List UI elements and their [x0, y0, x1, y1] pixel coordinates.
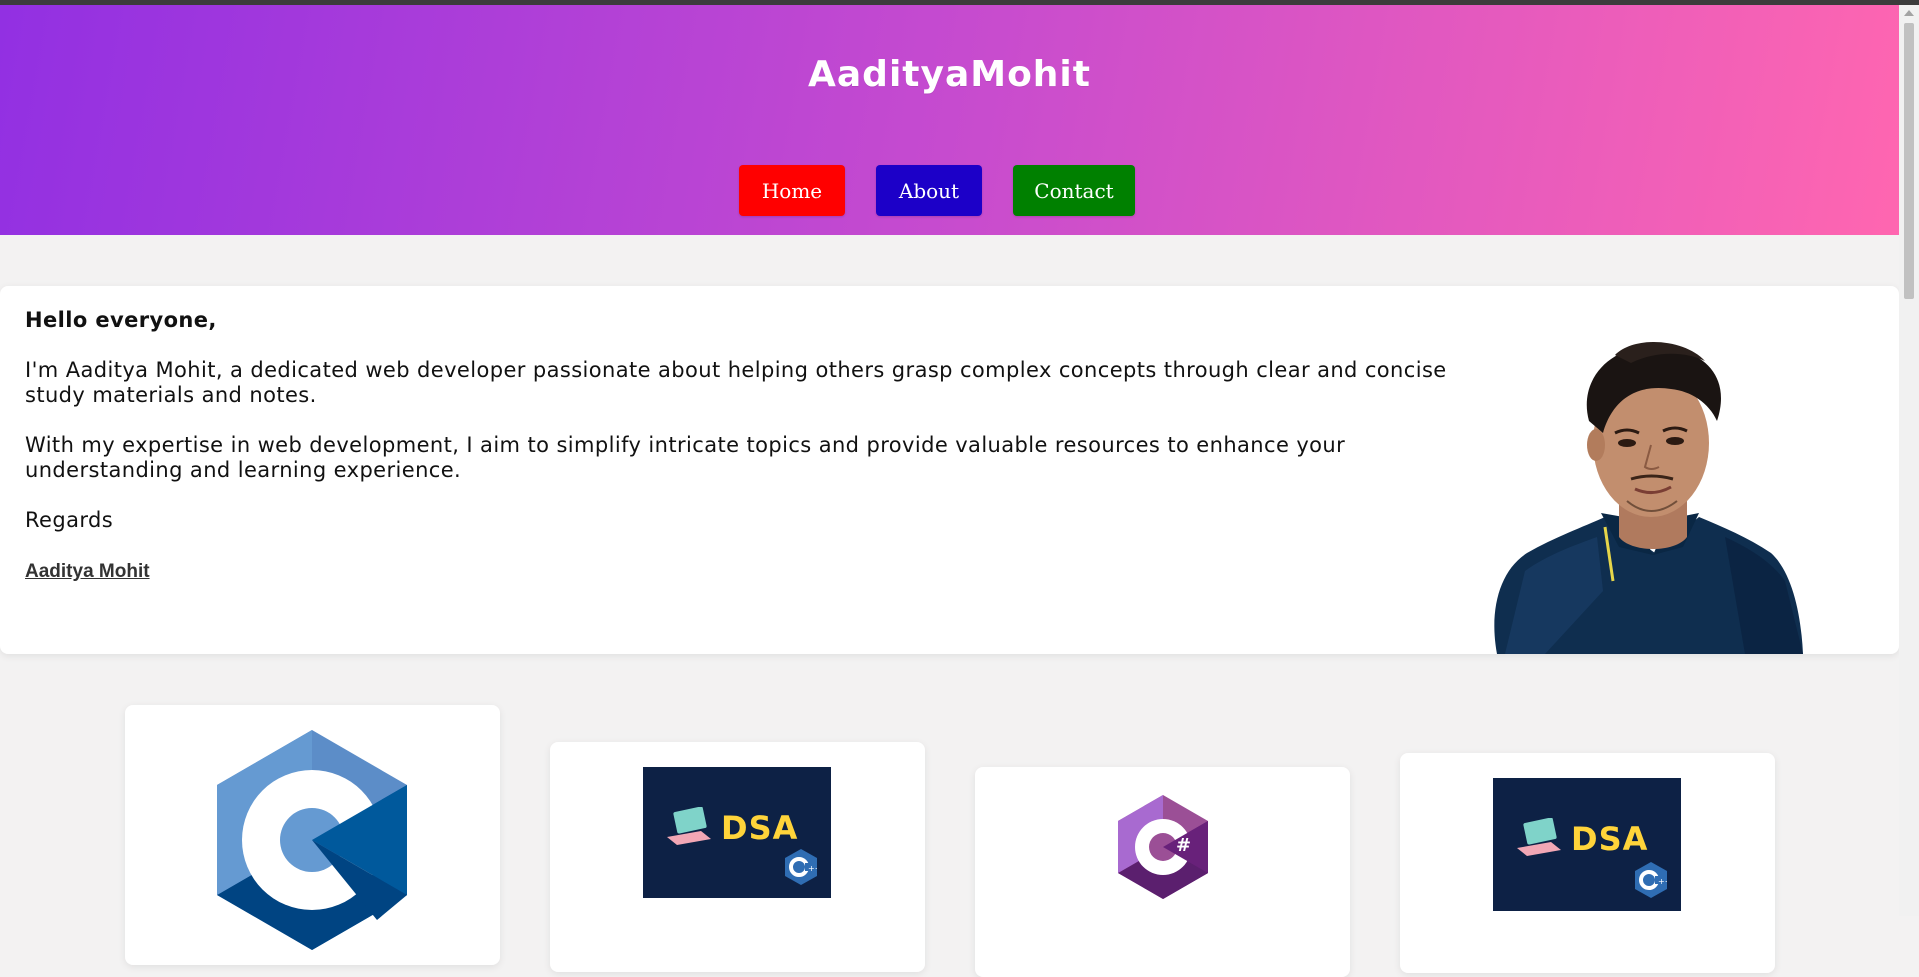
laptop-icon [667, 807, 711, 845]
nav-about-button[interactable]: About [876, 165, 982, 216]
dsa-label: DSA [1571, 820, 1649, 858]
course-card-dsa-1[interactable]: DSA ++ [550, 742, 925, 972]
svg-text:#: # [1176, 835, 1191, 856]
greeting: Hello everyone, [25, 308, 217, 332]
dsa-thumbnail: DSA ++ [643, 767, 831, 898]
cpp-icon: ++ [785, 849, 817, 885]
intro-paragraph-1: I'm Aaditya Mohit, a dedicated web devel… [25, 358, 1447, 407]
cpp-icon: ++ [1635, 862, 1667, 898]
nav-contact-button[interactable]: Contact [1013, 165, 1135, 216]
page-scrollbar[interactable] [1899, 5, 1919, 916]
course-card-csharp[interactable]: # [975, 767, 1350, 977]
laptop-icon [1517, 818, 1561, 856]
site-header: AadityaMohit Home About Contact [0, 5, 1899, 235]
course-card-dsa-2[interactable]: DSA ++ [1400, 753, 1775, 973]
dsa-label: DSA [721, 809, 799, 847]
signature-link[interactable]: Aaditya Mohit [25, 559, 150, 584]
dsa-thumbnail: DSA ++ [1493, 778, 1681, 911]
nav-home-button[interactable]: Home [739, 165, 845, 216]
svg-text:++: ++ [808, 864, 817, 873]
site-title: AadityaMohit [808, 54, 1091, 95]
intro-card: Hello everyone, I'm Aaditya Mohit, a ded… [0, 286, 1899, 654]
course-card-c[interactable] [125, 705, 500, 965]
scroll-up-arrow-icon[interactable] [1904, 10, 1914, 16]
profile-photo [1494, 342, 1803, 654]
csharp-icon: # [1118, 795, 1208, 899]
intro-paragraph-2: With my expertise in web development, I … [25, 433, 1346, 482]
intro-text: Hello everyone, I'm Aaditya Mohit, a ded… [25, 308, 1455, 584]
svg-text:++: ++ [1658, 877, 1667, 886]
c-language-icon [217, 730, 407, 950]
closing: Regards [25, 508, 114, 532]
scrollbar-thumb[interactable] [1904, 23, 1914, 299]
